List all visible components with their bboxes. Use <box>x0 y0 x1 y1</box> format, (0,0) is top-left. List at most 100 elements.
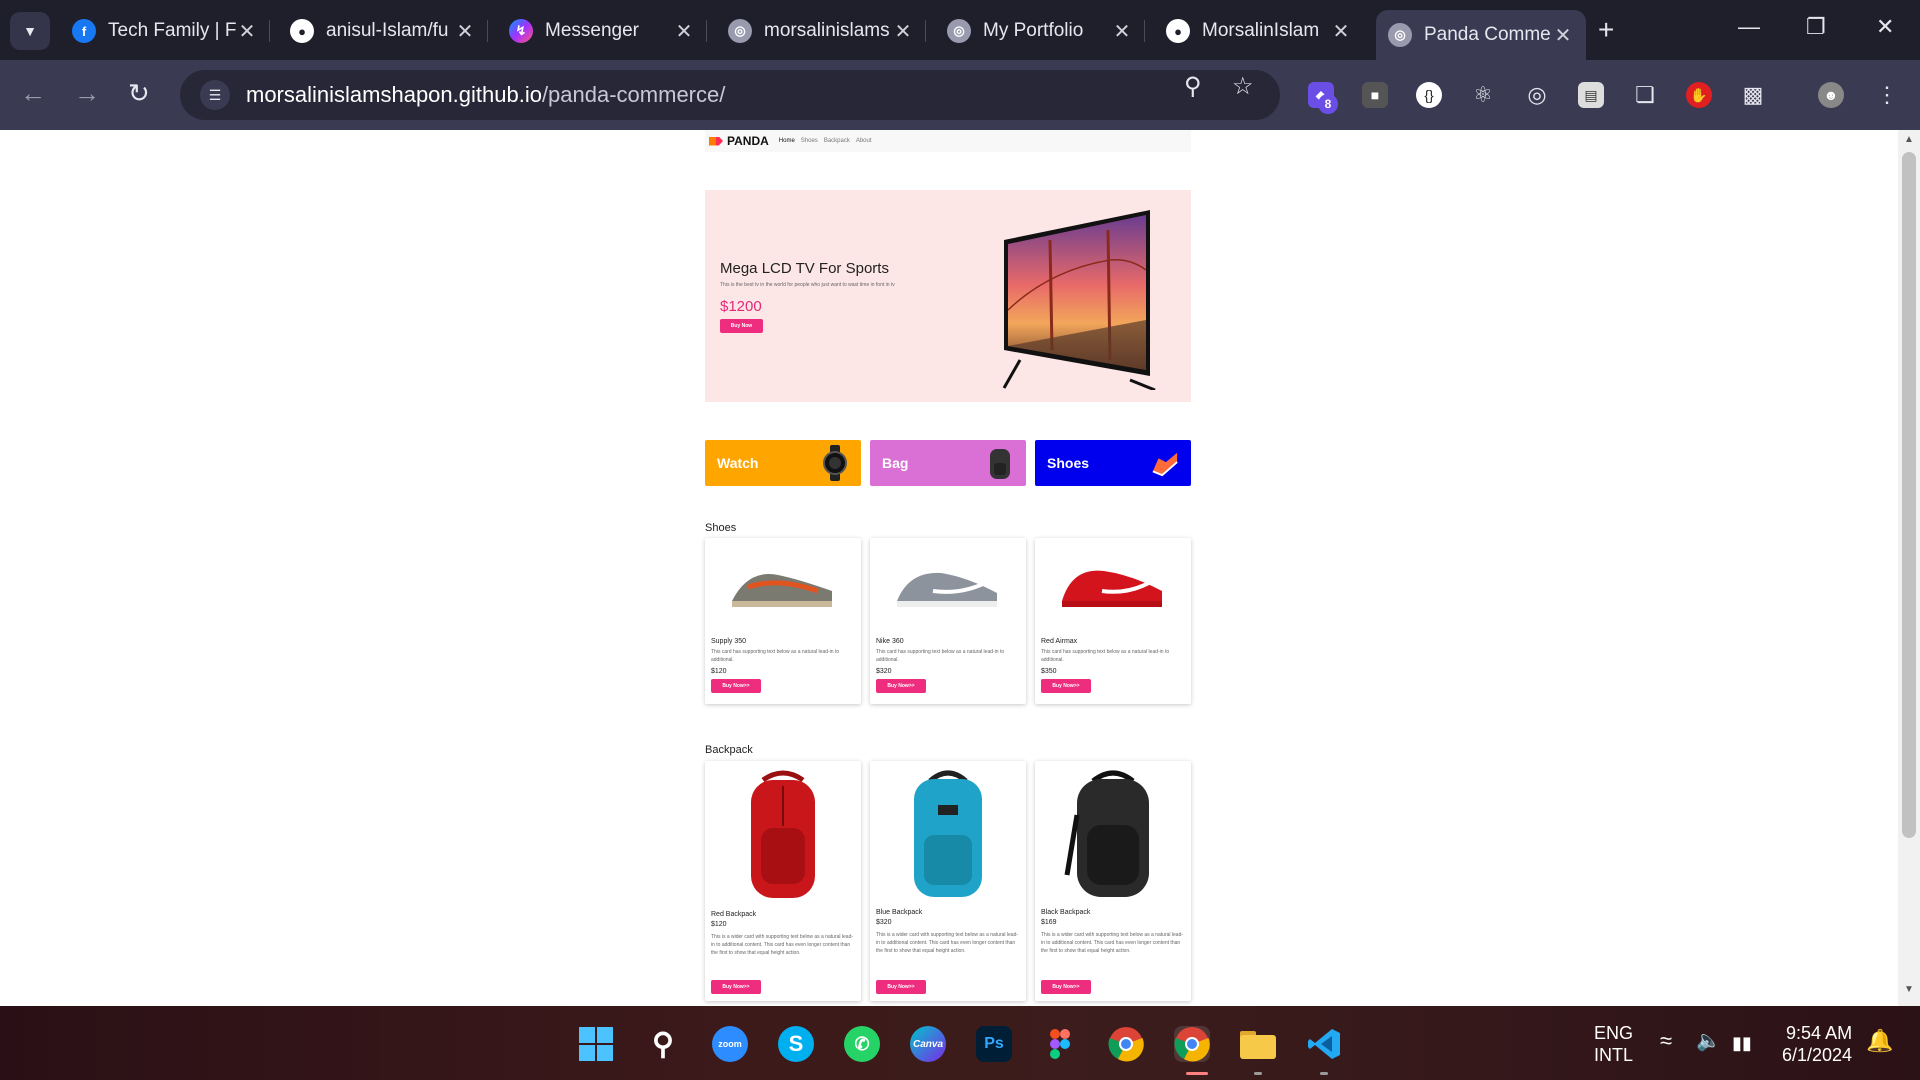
chrome-icon[interactable] <box>1108 1026 1144 1062</box>
product-price: $350 <box>1041 668 1057 675</box>
window-close-icon[interactable]: ✕ <box>1876 14 1894 40</box>
notification-bell-icon[interactable]: 🔔 <box>1866 1030 1893 1052</box>
sneaker-nike-image <box>870 538 1026 634</box>
close-icon[interactable]: ✕ <box>454 19 476 44</box>
bookmark-star-icon[interactable]: ☆ <box>1232 72 1254 101</box>
product-card: Blue Backpack $320 This is a wider card … <box>870 761 1026 1001</box>
forward-icon[interactable]: → <box>74 78 100 109</box>
tab-title: Tech Family | F <box>108 20 236 41</box>
category-row: Watch Bag Shoes <box>705 440 1191 486</box>
globe-icon: ◎ <box>728 19 752 43</box>
category-label: Bag <box>882 455 909 471</box>
product-name: Black Backpack <box>1041 909 1091 916</box>
file-explorer-icon[interactable] <box>1240 1026 1276 1062</box>
tab-title: Messenger <box>545 20 639 41</box>
tab-messenger[interactable]: ↯ Messenger ✕ <box>497 10 707 52</box>
nav-shoes[interactable]: Shoes <box>801 138 818 144</box>
buy-now-button[interactable]: Buy Now>> <box>711 679 761 693</box>
backpack-icon <box>986 445 1014 481</box>
vscode-icon[interactable] <box>1306 1026 1342 1062</box>
nav-backpack[interactable]: Backpack <box>824 138 850 144</box>
extension-json-icon[interactable]: {} <box>1416 82 1442 108</box>
language-indicator[interactable]: ENG INTL <box>1594 1022 1633 1066</box>
running-indicator <box>1320 1072 1328 1075</box>
buy-now-button[interactable]: Buy Now>> <box>1041 980 1091 994</box>
product-description: This is a wider card with supporting tex… <box>876 932 1019 954</box>
extension-hand-icon[interactable]: ✋ <box>1686 82 1712 108</box>
page-scrollbar[interactable]: ▲ ▼ <box>1898 130 1920 1006</box>
more-menu-icon[interactable]: ⋮ <box>1874 82 1900 108</box>
product-price: $120 <box>711 921 727 928</box>
volume-icon[interactable]: 🔈 <box>1696 1030 1721 1052</box>
canva-icon[interactable]: Canva <box>910 1026 946 1062</box>
tab-github-morsalin[interactable]: ● MorsalinIslam ✕ <box>1154 10 1364 52</box>
zoom-lens-icon[interactable]: ⚲ <box>1184 72 1202 101</box>
skype-icon[interactable]: S <box>778 1026 814 1062</box>
category-shoes[interactable]: Shoes <box>1035 440 1191 486</box>
close-icon[interactable]: ✕ <box>673 19 695 44</box>
scroll-down-icon[interactable]: ▼ <box>1898 984 1920 1002</box>
category-watch[interactable]: Watch <box>705 440 861 486</box>
category-bag[interactable]: Bag <box>870 440 1026 486</box>
clock[interactable]: 9:54 AM 6/1/2024 <box>1782 1022 1852 1066</box>
address-bar[interactable]: ☰ morsalinislamshapon.github.io/panda-co… <box>180 70 1280 120</box>
windows-start-icon[interactable] <box>578 1026 614 1062</box>
buy-now-button[interactable]: Buy Now>> <box>711 980 761 994</box>
extension-doc-icon[interactable]: ▤ <box>1578 82 1604 108</box>
react-devtools-icon[interactable]: ⚛ <box>1470 82 1496 108</box>
target-icon[interactable]: ◎ <box>1524 82 1550 108</box>
product-name: Nike 360 <box>876 638 904 645</box>
tab-my-portfolio[interactable]: ◎ My Portfolio ✕ <box>935 10 1145 52</box>
tab-morsalin-site[interactable]: ◎ morsalinislams ✕ <box>716 10 926 52</box>
hero-price: $1200 <box>720 298 762 315</box>
tab-search-button[interactable]: ▼ <box>10 12 50 50</box>
buy-now-button[interactable]: Buy Now>> <box>1041 679 1091 693</box>
browser-toolbar: ← → ↻ ☰ morsalinislamshapon.github.io/pa… <box>0 60 1920 130</box>
logo-icon <box>709 136 723 146</box>
watch-icon <box>821 445 849 481</box>
battery-icon[interactable]: ▮▮ <box>1732 1032 1752 1054</box>
restore-icon[interactable]: ❐ <box>1806 14 1826 40</box>
scroll-up-icon[interactable]: ▲ <box>1898 134 1920 152</box>
close-icon[interactable]: ✕ <box>236 19 258 44</box>
cube-icon[interactable]: ❏ <box>1632 82 1658 108</box>
buy-now-button[interactable]: Buy Now>> <box>876 679 926 693</box>
site-settings-icon[interactable]: ☰ <box>200 80 230 110</box>
chrome-profile-icon[interactable] <box>1174 1026 1210 1062</box>
scrollbar-thumb[interactable] <box>1902 152 1916 838</box>
close-icon[interactable]: ✕ <box>1111 19 1133 44</box>
backpack-grid: Red Backpack $120 This is a wider card w… <box>705 761 1191 1001</box>
close-icon[interactable]: ✕ <box>1552 23 1574 48</box>
figma-icon[interactable] <box>1042 1026 1078 1062</box>
back-icon[interactable]: ← <box>20 78 46 109</box>
tab-tech-family[interactable]: f Tech Family | F ✕ <box>60 10 270 52</box>
nav-home[interactable]: Home <box>779 138 795 144</box>
sneaker-airmax-image <box>1035 538 1191 634</box>
tab-github-anisul[interactable]: ● anisul-Islam/fu ✕ <box>278 10 488 52</box>
site-logo[interactable]: PANDA <box>727 134 769 148</box>
product-description: This card has supporting text below as a… <box>711 649 840 663</box>
nav-about[interactable]: About <box>856 138 872 144</box>
globe-icon: ◎ <box>1388 23 1412 47</box>
zoom-icon[interactable]: zoom <box>712 1026 748 1062</box>
extension-robot-icon[interactable]: ■ <box>1362 82 1388 108</box>
github-icon: ● <box>290 19 314 43</box>
buy-now-button[interactable]: Buy Now>> <box>876 980 926 994</box>
extension-badge: 8 <box>1318 94 1338 114</box>
new-tab-button[interactable]: + <box>1598 14 1614 46</box>
reload-icon[interactable]: ↻ <box>128 78 150 109</box>
minimize-icon[interactable]: — <box>1738 14 1760 40</box>
hero-buy-button[interactable]: Buy Now <box>720 319 763 333</box>
close-icon[interactable]: ✕ <box>1330 19 1352 44</box>
product-name: Red Airmax <box>1041 638 1078 645</box>
category-label: Shoes <box>1047 455 1090 471</box>
tab-panda-commerce[interactable]: ◎ Panda Comme ✕ <box>1376 10 1586 60</box>
whatsapp-icon[interactable]: ✆ <box>844 1026 880 1062</box>
close-icon[interactable]: ✕ <box>892 19 914 44</box>
photoshop-icon[interactable]: Ps <box>976 1026 1012 1062</box>
black-backpack-image <box>1035 761 1191 909</box>
search-icon[interactable]: ⚲ <box>645 1026 681 1062</box>
extensions-puzzle-icon[interactable]: ▩ <box>1740 82 1766 108</box>
wifi-icon[interactable]: ≈ <box>1660 1030 1672 1052</box>
profile-avatar[interactable]: ☻ <box>1818 82 1844 108</box>
